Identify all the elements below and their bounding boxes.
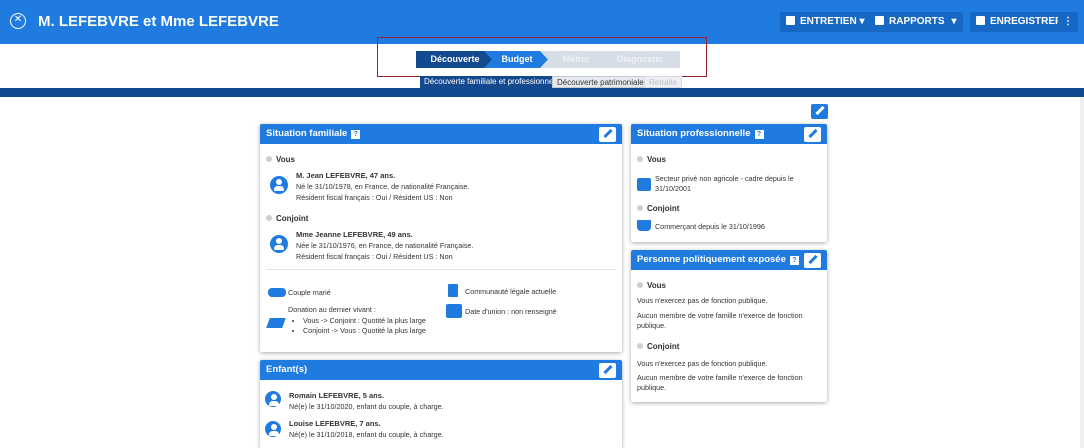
edit-pro-button[interactable] [804, 127, 821, 142]
pro-conjoint-text: Commerçant depuis le 31/10/1996 [655, 222, 765, 231]
person-icon [265, 391, 281, 407]
help-icon[interactable]: ? [789, 256, 799, 265]
card-ppe: Personne politiquement exposée? Vous Vou… [631, 250, 827, 402]
entretien-button[interactable]: ENTRETIEN ▾ [780, 12, 871, 32]
help-icon[interactable]: ? [351, 130, 361, 139]
enregistrer-button[interactable]: ENREGISTRER [970, 12, 1069, 32]
person-icon [270, 176, 288, 194]
section-conjoint: Conjoint [266, 214, 308, 223]
donation-title: Donation au dernier vivant : [288, 305, 376, 314]
ppe-vous-line2: Aucun membre de votre famille n'exerce d… [637, 311, 803, 330]
edit-pencil-icon [815, 105, 825, 116]
card-title: Personne politiquement exposée [637, 254, 786, 265]
cart-icon [637, 220, 651, 231]
ppe-conjoint-line2: Aucun membre de votre famille n'exerce d… [637, 373, 803, 392]
vous-birth: Né le 31/10/1978, en France, de national… [296, 182, 470, 191]
document-icon [448, 284, 458, 297]
card-header: Personne politiquement exposée? [631, 250, 827, 270]
vous-residence: Résident fiscal français : Oui / Résiden… [296, 193, 453, 202]
subtab-familiale[interactable]: Découverte familiale et professionnelle [420, 76, 566, 88]
section-conjoint: Conjoint [637, 342, 679, 351]
edit-pencil-icon [603, 364, 613, 375]
section-vous: Vous [266, 155, 295, 164]
card-situation-familiale: Situation familiale? Vous M. Jean LEFEBV… [260, 124, 622, 352]
conjoint-name: Mme Jeanne LEFEBVRE, 49 ans. [296, 230, 413, 239]
step-diagnostic: Diagnostic [600, 51, 680, 68]
subtab-patrimoniale[interactable]: Découverte patrimoniale [552, 76, 649, 88]
ppe-vous-line1: Vous n'exercez pas de fonction publique. [637, 296, 768, 305]
donation-item: Vous -> Conjoint : Quotité la plus large [303, 316, 426, 326]
more-menu-button[interactable]: ⋮ [1058, 12, 1078, 32]
child-name: Romain LEFEBVRE, 5 ans. [289, 391, 385, 400]
calendar-people-icon [446, 304, 462, 318]
section-conjoint: Conjoint [637, 204, 679, 213]
card-header: Situation familiale? [260, 124, 622, 144]
donation-list: Vous -> Conjoint : Quotité la plus large… [293, 316, 426, 336]
regime-matrimonial: Communauté légale actuelle [465, 287, 557, 296]
edit-enfants-button[interactable] [599, 363, 616, 378]
card-title: Situation professionnelle [637, 128, 751, 139]
pro-vous-text: Secteur privé non agricole - cadre depui… [655, 174, 794, 193]
report-icon [875, 16, 884, 25]
card-enfants: Enfant(s) Romain LEFEBVRE, 5 ans. Né(e) … [260, 360, 622, 448]
person-icon [265, 421, 281, 437]
edit-familiale-button[interactable] [599, 127, 616, 142]
conjoint-birth: Née le 31/10/1976, en France, de nationa… [296, 241, 474, 250]
card-title: Enfant(s) [266, 364, 308, 375]
ppe-conjoint-line1: Vous n'exercez pas de fonction publique. [637, 359, 768, 368]
briefcase-icon [786, 16, 795, 25]
scrollbar[interactable] [1080, 97, 1084, 448]
rapports-dropdown-button[interactable]: ▾ [945, 12, 963, 32]
rapports-button[interactable]: RAPPORTS [869, 12, 951, 32]
page-title: M. LEFEBVRE et Mme LEFEBVRE [38, 13, 279, 30]
chevron-down-icon: ▾ [859, 16, 865, 27]
date-union: Date d'union : non renseigné [465, 307, 557, 316]
card-situation-professionnelle: Situation professionnelle? Vous Secteur … [631, 124, 827, 242]
donation-item: Conjoint -> Vous : Quotité la plus large [303, 326, 426, 336]
subtab-retraite: Retraite [644, 76, 683, 88]
edit-pencil-icon [603, 128, 613, 139]
step-metier: Métier [540, 51, 612, 68]
couple-status: Couple marié [288, 288, 331, 297]
step-decouverte[interactable]: Découverte [416, 51, 494, 68]
card-header: Situation professionnelle? [631, 124, 827, 144]
calendar-icon [637, 178, 651, 191]
step-budget[interactable]: Budget [484, 51, 550, 68]
section-vous: Vous [637, 155, 666, 164]
card-title: Situation familiale [266, 128, 348, 139]
card-header: Enfant(s) [260, 360, 622, 380]
entretien-label: ENTRETIEN [800, 16, 857, 27]
edit-pencil-icon [808, 128, 818, 139]
edit-pencil-icon [808, 254, 818, 265]
help-icon[interactable]: ? [754, 130, 764, 139]
donation-icon [266, 318, 286, 328]
section-vous: Vous [637, 281, 666, 290]
save-icon [976, 16, 985, 25]
rapports-label: RAPPORTS [889, 16, 945, 27]
child-detail: Né(e) le 31/10/2020, enfant du couple, à… [289, 402, 444, 411]
divider [266, 269, 616, 270]
section-divider-bar [0, 88, 1084, 97]
vous-name: M. Jean LEFEBVRE, 47 ans. [296, 171, 396, 180]
enregistrer-label: ENREGISTRER [990, 16, 1063, 27]
person-icon [270, 235, 288, 253]
couple-icon [268, 288, 286, 297]
close-circle-icon[interactable]: ✕ [10, 13, 26, 29]
edit-ppe-button[interactable] [804, 253, 821, 268]
more-vertical-icon: ⋮ [1063, 16, 1073, 27]
chevron-down-icon: ▾ [951, 16, 957, 27]
edit-all-button[interactable] [811, 104, 828, 119]
conjoint-residence: Résident fiscal français : Oui / Résiden… [296, 252, 453, 261]
child-name: Louise LEFEBVRE, 7 ans. [289, 419, 381, 428]
child-detail: Né(e) le 31/10/2018, enfant du couple, à… [289, 430, 444, 439]
